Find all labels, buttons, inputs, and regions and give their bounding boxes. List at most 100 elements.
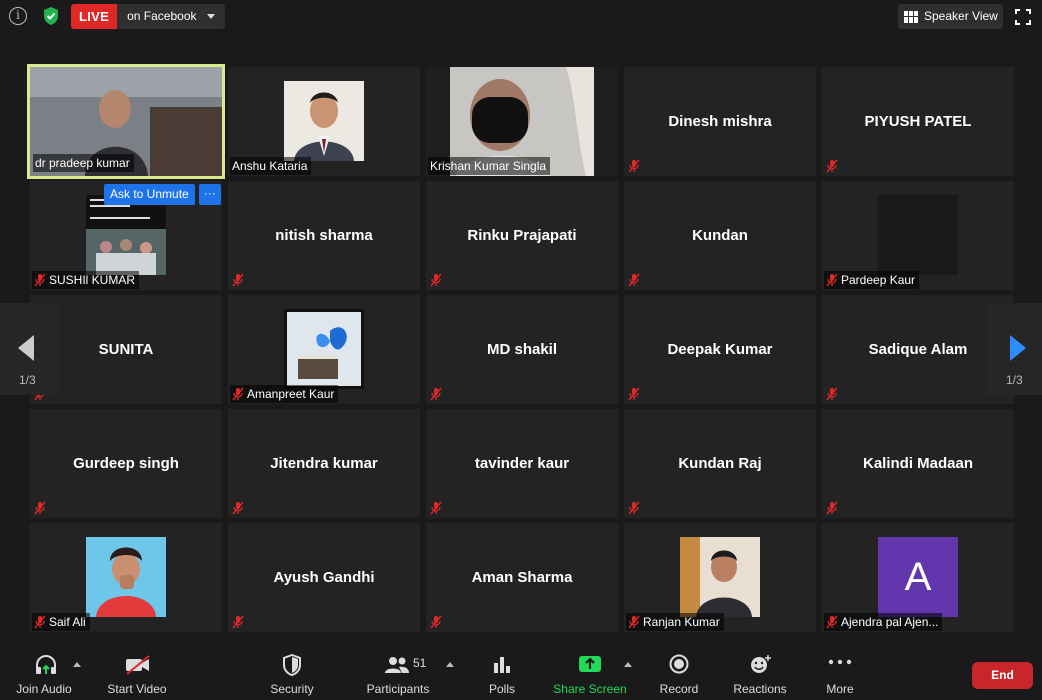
participant-status [626, 385, 644, 403]
participant-name-large: Aman Sharma [471, 569, 573, 586]
participants-options-caret-icon[interactable] [446, 662, 454, 667]
audio-options-caret-icon[interactable] [73, 662, 81, 667]
security-label: Security [270, 682, 314, 696]
participant-name-label: SUSHIl KUMAR [32, 271, 140, 289]
participant-tile[interactable]: Kalindi Madaan [822, 409, 1014, 518]
participant-tile[interactable]: tavinder kaur [426, 409, 618, 518]
participant-name: Anshu Kataria [232, 159, 308, 173]
mic-muted-icon [628, 501, 640, 515]
fullscreen-icon[interactable] [1015, 9, 1031, 25]
participant-name-label: Saif Ali [32, 613, 90, 631]
next-page-button[interactable]: 1/3 [986, 303, 1042, 395]
participant-status [230, 613, 248, 631]
polls-icon [494, 657, 510, 673]
participant-status [230, 271, 248, 289]
more-button[interactable]: More [816, 642, 864, 700]
participant-tile[interactable]: Pardeep Kaur [822, 181, 1014, 290]
participant-tile[interactable]: PIYUSH PATEL [822, 67, 1014, 176]
arrow-left-icon [18, 335, 34, 361]
mic-muted-icon [430, 387, 442, 401]
record-icon [669, 654, 689, 674]
mic-muted-icon [628, 387, 640, 401]
participant-tile[interactable]: MD shakil [426, 295, 618, 404]
participant-tile[interactable]: dr pradeep kumar [27, 64, 225, 179]
info-icon[interactable]: i [9, 7, 27, 25]
start-video-button[interactable]: Start Video [100, 642, 174, 700]
speaker-view-button[interactable]: Speaker View [898, 4, 1003, 29]
polls-button[interactable]: Polls [478, 642, 526, 700]
live-destination-label: on Facebook [127, 9, 197, 23]
participant-name: Ajendra pal Ajen... [841, 615, 939, 629]
mic-muted-icon [232, 387, 244, 401]
participant-status [32, 499, 50, 517]
reactions-button[interactable]: Reactions [728, 642, 792, 700]
participant-name-label: Amanpreet Kaur [230, 385, 339, 403]
participant-status [824, 385, 842, 403]
participant-tile[interactable]: Dinesh mishra [624, 67, 816, 176]
participant-tile[interactable]: Gurdeep singh [30, 409, 222, 518]
participant-name-large: tavinder kaur [474, 455, 570, 472]
profile-picture [284, 309, 364, 389]
participant-name: SUSHIl KUMAR [49, 273, 136, 287]
start-video-label: Start Video [107, 682, 167, 696]
share-screen-button[interactable]: Share Screen [550, 642, 630, 700]
arrow-right-icon [1010, 335, 1026, 361]
participant-more-button[interactable]: ··· [198, 184, 221, 205]
mic-muted-icon [430, 615, 442, 629]
participant-status [428, 271, 446, 289]
participant-name-large: Ayush Gandhi [273, 569, 375, 586]
mic-muted-icon [826, 387, 838, 401]
encryption-shield-icon[interactable] [42, 6, 60, 26]
grid-view-icon [904, 10, 918, 23]
participant-name-label: Krishan Kumar Singla [428, 157, 551, 175]
participant-tile[interactable]: Jitendra kumar [228, 409, 420, 518]
participant-name-label: Ajendra pal Ajen... [824, 613, 943, 631]
participant-name: Ranjan Kumar [643, 615, 720, 629]
participant-name: Pardeep Kaur [841, 273, 916, 287]
participant-name-label: dr pradeep kumar [33, 154, 134, 172]
participant-status [428, 499, 446, 517]
headphones-icon [36, 655, 56, 674]
join-audio-button[interactable]: Join Audio [10, 642, 78, 700]
record-button[interactable]: Record [654, 642, 704, 700]
participant-tile[interactable]: Anshu Kataria [228, 67, 420, 176]
participant-tile[interactable]: Saif Ali [30, 523, 222, 632]
participant-count: 51 [413, 656, 427, 670]
participant-tile[interactable]: nitish sharma [228, 181, 420, 290]
participant-tile[interactable]: Kundan [624, 181, 816, 290]
participant-tile[interactable]: Ayush Gandhi [228, 523, 420, 632]
participant-name-large: MD shakil [486, 341, 558, 358]
participant-tile[interactable]: Rinku Prajapati [426, 181, 618, 290]
participant-name-large: Kundan Raj [678, 455, 762, 472]
profile-picture [86, 537, 166, 617]
profile-picture [86, 195, 166, 275]
live-stream-indicator[interactable]: LIVE on Facebook [71, 4, 225, 29]
participant-name: Krishan Kumar Singla [430, 159, 547, 173]
reactions-label: Reactions [733, 682, 787, 696]
chevron-down-icon [206, 14, 215, 19]
participant-tile[interactable]: Aman Sharma [426, 523, 618, 632]
ask-to-unmute-button[interactable]: Ask to Unmute [104, 184, 195, 205]
participant-tile[interactable]: Kundan Raj [624, 409, 816, 518]
live-destination-dropdown[interactable]: on Facebook [117, 4, 225, 29]
live-badge: LIVE [71, 4, 118, 29]
participants-button[interactable]: 51 Participants [360, 642, 436, 700]
participant-tile[interactable]: SUNITA [30, 295, 222, 404]
share-options-caret-icon[interactable] [624, 662, 632, 667]
participant-tile[interactable]: A Ajendra pal Ajen... [822, 523, 1014, 632]
previous-page-button[interactable]: 1/3 [0, 303, 58, 395]
speaker-view-label: Speaker View [924, 9, 998, 23]
mic-muted-icon [628, 159, 640, 173]
end-meeting-button[interactable]: End [972, 662, 1033, 689]
participant-name-label: Ranjan Kumar [626, 613, 724, 631]
participant-tile[interactable]: Amanpreet Kaur [228, 295, 420, 404]
participant-name: Amanpreet Kaur [247, 387, 335, 401]
participant-status [824, 157, 842, 175]
participant-tile[interactable]: Ranjan Kumar [624, 523, 816, 632]
participant-name-large: Kundan [692, 227, 748, 244]
polls-label: Polls [488, 682, 515, 696]
participant-tile[interactable]: Deepak Kumar [624, 295, 816, 404]
participant-status [230, 499, 248, 517]
security-button[interactable]: Security [262, 642, 322, 700]
participant-tile[interactable]: Krishan Kumar Singla [426, 67, 618, 176]
